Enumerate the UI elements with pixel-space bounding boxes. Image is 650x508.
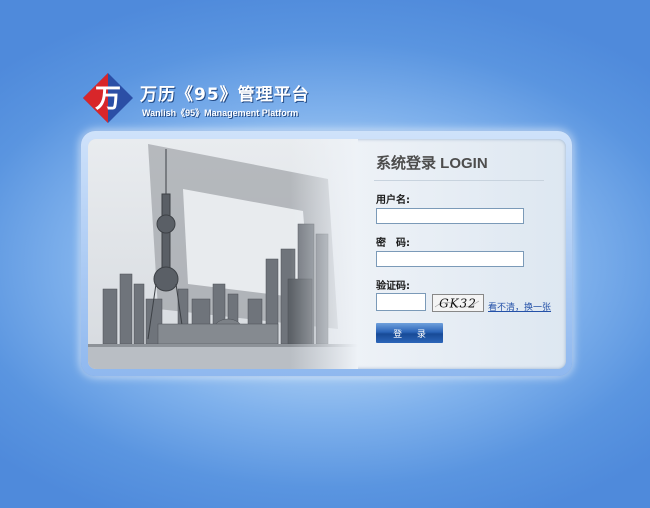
captcha-text: GK32 bbox=[439, 297, 477, 311]
captcha-label: 验证码: bbox=[376, 281, 410, 292]
username-input[interactable] bbox=[376, 208, 524, 224]
brand-title-en: Wanlish《95》Management Platform bbox=[142, 108, 299, 118]
title-divider bbox=[374, 180, 544, 181]
login-title: 系统登录 LOGIN bbox=[376, 155, 488, 172]
refresh-captcha-link[interactable]: 看不清，换一张 bbox=[488, 300, 551, 313]
brand-title-cn: 万历《95》管理平台 bbox=[140, 85, 310, 105]
logo-icon: 万 bbox=[83, 73, 133, 123]
username-label: 用户名: bbox=[376, 195, 410, 206]
captcha-image[interactable]: GK32 bbox=[432, 294, 484, 312]
login-panel: 系统登录 LOGIN 用户名: 密 码: 验证码: GK32 看不清，换一张 登… bbox=[88, 139, 566, 369]
login-button[interactable]: 登 录 bbox=[376, 323, 443, 343]
password-input[interactable] bbox=[376, 251, 524, 267]
logo-char: 万 bbox=[95, 84, 121, 114]
skyline-image bbox=[88, 139, 358, 369]
captcha-input[interactable] bbox=[376, 293, 426, 311]
password-label: 密 码: bbox=[376, 238, 410, 249]
